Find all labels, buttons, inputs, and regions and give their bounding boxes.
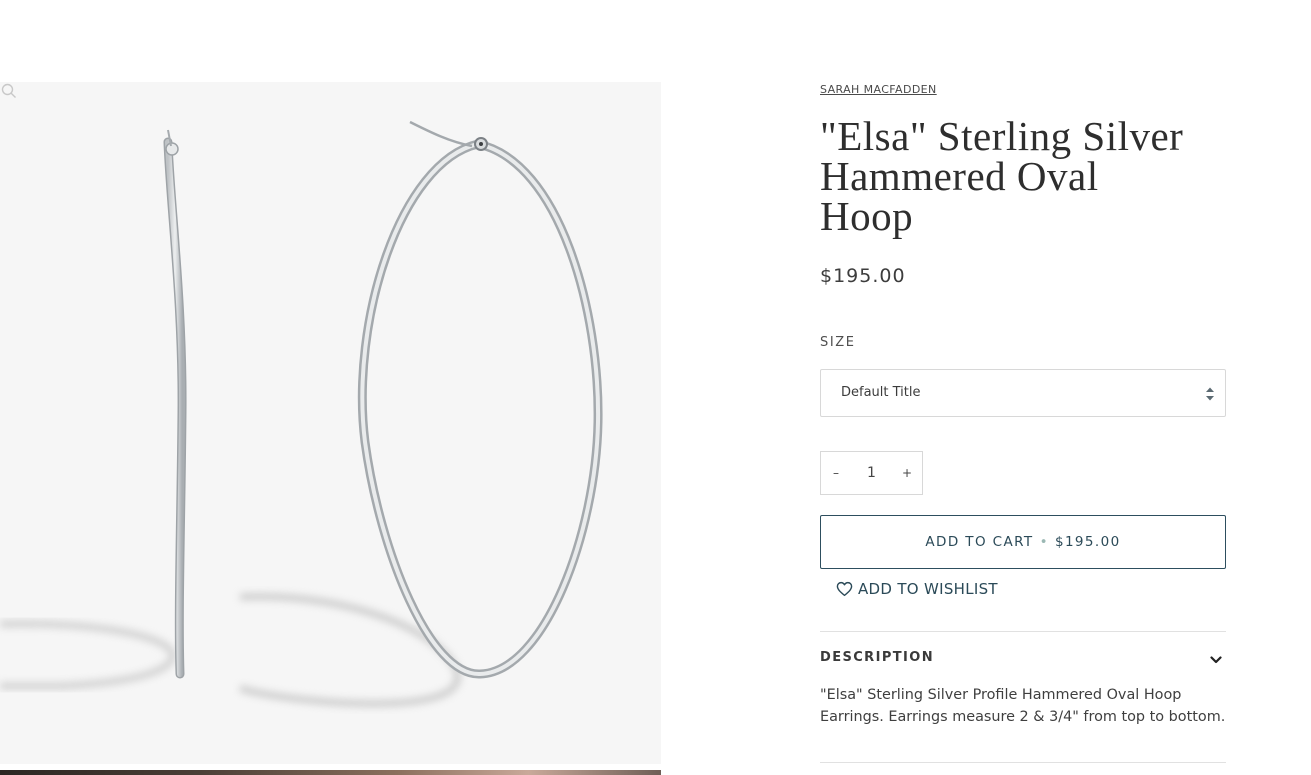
quantity-decrease-button[interactable]: – bbox=[821, 452, 851, 494]
description-heading: DESCRIPTION bbox=[820, 650, 934, 665]
description-line: "Elsa" Sterling Silver Profile Hammered … bbox=[820, 687, 1182, 703]
description-text: "Elsa" Sterling Silver Profile Hammered … bbox=[820, 684, 1230, 728]
add-to-cart-price: $195.00 bbox=[1054, 534, 1121, 550]
product-title: "Elsa" Sterling Silver Hammered Oval Hoo… bbox=[820, 116, 1226, 239]
magnifier-icon[interactable] bbox=[0, 82, 18, 100]
product-title-line: Hoop bbox=[820, 193, 914, 239]
quantity-input[interactable]: 1 bbox=[851, 452, 892, 494]
divider bbox=[820, 762, 1226, 763]
quantity-stepper: – 1 + bbox=[820, 451, 923, 495]
size-select[interactable]: Default Title bbox=[820, 369, 1226, 417]
size-label: SIZE bbox=[820, 335, 856, 350]
chevron-down-icon bbox=[1210, 656, 1222, 664]
wishlist-label: ADD TO WISHLIST bbox=[858, 580, 998, 598]
add-to-cart-button[interactable]: ADD TO CART • $195.00 bbox=[820, 515, 1226, 569]
add-to-cart-label: ADD TO CART bbox=[925, 534, 1034, 550]
select-arrows-icon bbox=[1206, 387, 1214, 401]
hoop-earrings-image bbox=[0, 120, 603, 708]
divider bbox=[820, 631, 1226, 632]
quantity-increase-button[interactable]: + bbox=[892, 452, 922, 494]
product-price: $195.00 bbox=[820, 265, 906, 287]
thumbnail-strip[interactable] bbox=[0, 770, 661, 775]
description-toggle[interactable]: DESCRIPTION bbox=[820, 643, 1226, 673]
product-image[interactable] bbox=[0, 82, 661, 764]
description-line: Earrings. Earrings measure 2 & 3/4" from… bbox=[820, 709, 1226, 725]
heart-icon bbox=[836, 581, 853, 597]
size-select-value: Default Title bbox=[841, 385, 921, 400]
add-to-cart-separator: • bbox=[1039, 534, 1049, 550]
vendor-link[interactable]: SARAH MACFADDEN bbox=[820, 83, 937, 96]
